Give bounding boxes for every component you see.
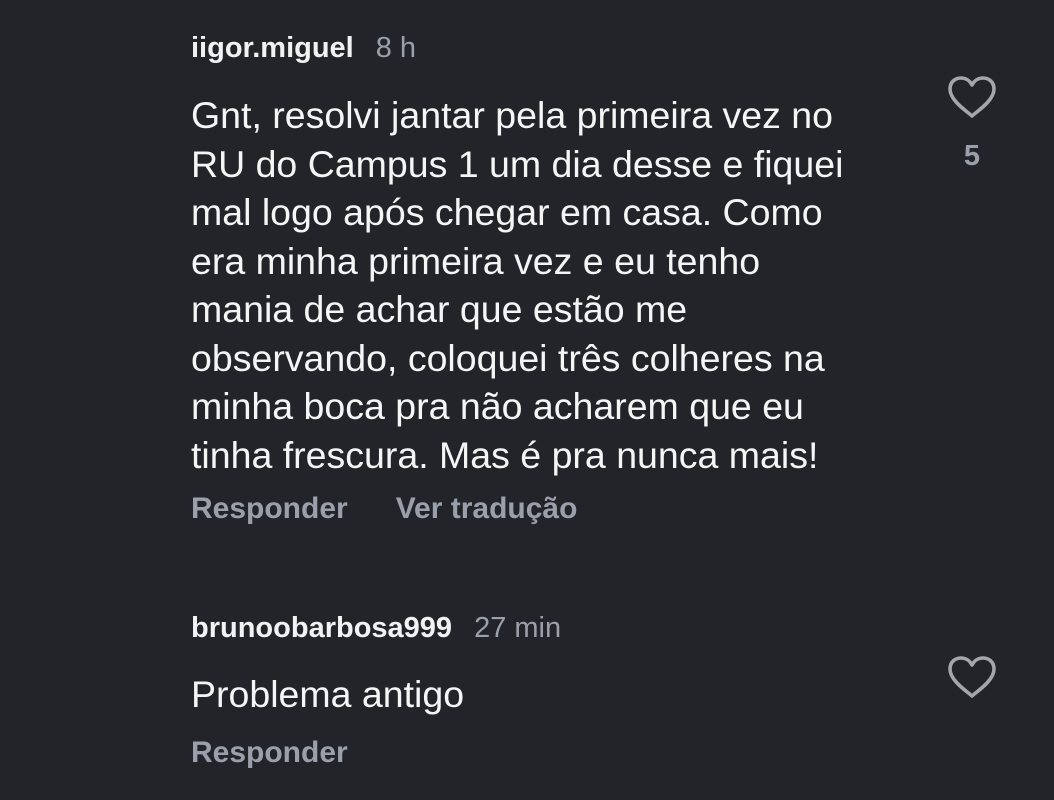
comment-text: Problema antigo: [191, 673, 465, 715]
comment-text: Gnt, resolvi jantar pela primeira vez no…: [191, 94, 844, 476]
heart-outline-icon-graphic: [948, 76, 996, 118]
comment-timestamp: 27 min: [474, 612, 562, 644]
heart-outline-icon[interactable]: [946, 654, 998, 700]
comment-timestamp: 8 h: [375, 32, 417, 64]
reply-button[interactable]: Responder: [191, 492, 348, 526]
comment-header: brunoobarbosa999 27 min: [191, 612, 561, 645]
comment-username[interactable]: brunoobarbosa999: [191, 612, 452, 645]
like-area: 5: [944, 74, 1000, 173]
comment-username[interactable]: iigor.miguel: [191, 32, 354, 65]
heart-outline-icon-graphic: [948, 656, 996, 698]
comment-header: iigor.miguel 8 h: [191, 32, 416, 65]
like-count[interactable]: 5: [964, 140, 980, 173]
comment-actions: Responder: [191, 736, 348, 770]
see-translation-button[interactable]: Ver tradução: [396, 492, 578, 526]
heart-outline-icon[interactable]: [946, 74, 998, 120]
comment-item: iigor.miguel 8 h Gnt, resolvi jantar pel…: [0, 0, 1054, 560]
reply-button[interactable]: Responder: [191, 736, 348, 770]
comment-actions: Responder Ver tradução: [191, 492, 577, 526]
like-area: [944, 654, 1000, 700]
